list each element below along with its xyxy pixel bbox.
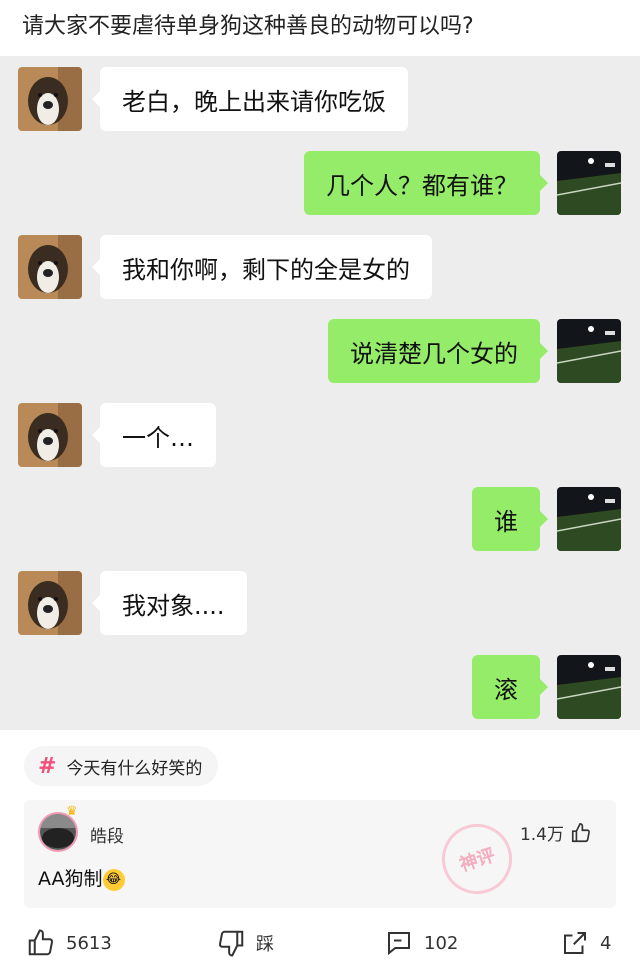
- chat-message-left: 我对象....: [92, 571, 247, 635]
- comment-like-button[interactable]: 1.4万: [520, 820, 592, 845]
- like-count: 5613: [66, 932, 112, 954]
- thumbs-up-icon: [28, 929, 54, 956]
- comment-count: 102: [424, 932, 459, 954]
- chat-message-left: 我和你啊，剩下的全是女的: [92, 235, 432, 299]
- thumbs-down-icon: [218, 930, 244, 957]
- share-icon: [564, 932, 586, 954]
- like-button[interactable]: 5613: [26, 928, 112, 958]
- hashtag-icon: #: [38, 753, 57, 779]
- comment-body: AA狗制: [38, 868, 103, 890]
- stamp-text: 神评: [457, 844, 498, 876]
- hot-comment-stamp: 神评: [432, 814, 522, 904]
- field-avatar: [557, 487, 621, 551]
- dislike-label: 踩: [256, 934, 274, 955]
- thumbs-up-icon: [571, 822, 590, 842]
- topic-tag[interactable]: # 今天有什么好笑的: [24, 746, 219, 786]
- comment-button[interactable]: 102: [384, 928, 458, 958]
- dog-avatar: [18, 235, 82, 299]
- laughing-crying-emoji-icon: 😂: [102, 868, 125, 891]
- chat-message-left: 一个…: [92, 403, 216, 467]
- share-count: 4: [600, 932, 612, 954]
- post-title: 请大家不要虐待单身狗这种善良的动物可以吗?: [22, 14, 474, 39]
- crown-icon: ♛: [66, 804, 78, 819]
- commenter-username[interactable]: 皓段: [90, 822, 124, 847]
- dislike-button[interactable]: 踩: [216, 928, 274, 958]
- topic-label: 今天有什么好笑的: [66, 758, 203, 779]
- field-avatar: [557, 151, 621, 215]
- chat-screenshot: 老白，晚上出来请你吃饭 几个人？都有谁？ 我和你啊，剩下的全是女的 说清楚几个女…: [0, 56, 640, 730]
- dog-avatar: [18, 403, 82, 467]
- chat-message-left: 老白，晚上出来请你吃饭: [92, 67, 408, 131]
- field-avatar: [557, 655, 621, 719]
- action-bar: 5613 踩 102 4: [0, 924, 640, 962]
- chat-message-right: 几个人？都有谁？: [304, 151, 548, 215]
- comment-text: AA狗制 😂: [38, 864, 125, 891]
- dog-avatar: [18, 571, 82, 635]
- chat-message-right: 谁: [472, 487, 548, 551]
- chat-message-right: 说清楚几个女的: [328, 319, 548, 383]
- top-comment[interactable]: ♛ 皓段 神评 1.4万 AA狗制 😂: [24, 800, 616, 908]
- comment-like-count: 1.4万: [519, 825, 564, 845]
- comment-icon: [388, 932, 410, 956]
- share-button[interactable]: 4: [560, 928, 611, 958]
- field-avatar: [557, 319, 621, 383]
- chat-message-right: 滚: [472, 655, 548, 719]
- dog-avatar: [18, 67, 82, 131]
